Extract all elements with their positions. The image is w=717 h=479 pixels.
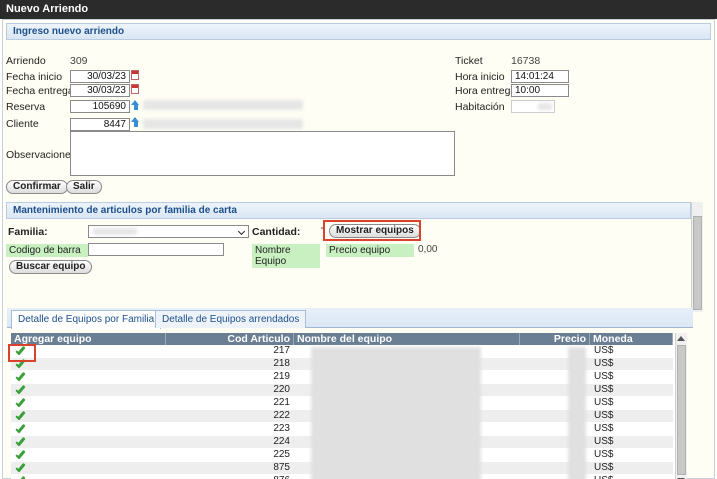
fecha-inicio-label: Fecha inicio (6, 71, 63, 83)
redacted-prices (568, 347, 586, 479)
cod-articulo-cell: 875 (273, 462, 290, 473)
cod-articulo-cell: 218 (273, 358, 290, 369)
precio-equipo-value: 0,00 (418, 244, 438, 255)
hora-entrega-input[interactable]: 10:00 (511, 84, 569, 97)
ticket-label: Ticket (455, 55, 483, 67)
moneda-cell: US$ (594, 423, 614, 434)
col-cod-articulo[interactable]: Cod Articulo (166, 333, 294, 345)
scrollbar-thumb[interactable] (693, 216, 702, 310)
cod-articulo-cell: 225 (273, 449, 290, 460)
moneda-cell: US$ (594, 449, 614, 460)
moneda-cell: US$ (594, 358, 614, 369)
lookup-arrow-icon[interactable] (131, 100, 140, 110)
moneda-cell: US$ (594, 436, 614, 447)
observaciones-label: Observaciones (6, 149, 77, 161)
section-scrollbar[interactable] (691, 202, 703, 312)
redacted-text (143, 100, 303, 110)
cod-articulo-cell: 223 (273, 423, 290, 434)
col-nombre[interactable]: Nombre del equipo (294, 333, 520, 345)
calendar-icon[interactable] (131, 84, 139, 94)
add-check-icon[interactable] (15, 384, 27, 394)
moneda-cell: US$ (594, 345, 614, 356)
moneda-cell: US$ (594, 462, 614, 473)
habitacion-input[interactable] (511, 100, 555, 113)
familia-label: Familia: (8, 226, 48, 238)
nombre-equipo-label: Nombre Equipo (252, 244, 320, 268)
redacted-text (143, 119, 303, 129)
main-panel: Ingreso nuevo arriendo Arriendo 309 Tick… (2, 19, 715, 479)
reserva-input[interactable]: 105690 (70, 100, 130, 113)
cod-articulo-cell: 219 (273, 371, 290, 382)
cod-articulo-cell: 221 (273, 397, 290, 408)
cod-articulo-cell: 224 (273, 436, 290, 447)
moneda-cell: US$ (594, 371, 614, 382)
grid-scrollbar[interactable] (675, 333, 687, 479)
lookup-arrow-icon[interactable] (131, 117, 140, 127)
moneda-cell: US$ (594, 475, 664, 479)
cod-articulo-cell: 876 (166, 475, 290, 479)
fecha-entrega-label: Fecha entrega (6, 85, 74, 97)
salir-button[interactable]: Salir (66, 180, 102, 194)
fecha-entrega-input[interactable]: 30/03/23 (70, 84, 130, 97)
mantenimiento-section-title: Mantenimiento de articulos por familia d… (6, 202, 691, 219)
scroll-up-arrow[interactable] (677, 336, 685, 341)
calendar-icon[interactable] (131, 70, 139, 80)
tab-equipos-arrendados[interactable]: Detalle de Equipos arrendados (155, 310, 307, 328)
add-check-icon[interactable] (15, 436, 27, 446)
hora-inicio-input[interactable]: 14:01:24 (511, 70, 569, 83)
cod-articulo-cell: 222 (273, 410, 290, 421)
familia-select[interactable] (88, 225, 249, 238)
cantidad-label: Cantidad: (252, 226, 301, 238)
codigo-barra-input[interactable] (88, 243, 224, 256)
fecha-inicio-input[interactable]: 30/03/23 (70, 70, 130, 83)
hora-inicio-label: Hora inicio (455, 71, 505, 83)
hora-entrega-label: Hora entrega (455, 85, 517, 97)
moneda-cell: US$ (594, 410, 614, 421)
arriendo-value: 309 (70, 55, 88, 67)
add-check-icon[interactable] (15, 449, 27, 459)
tab-bar: Detalle de Equipos por Familia Detalle d… (7, 308, 693, 329)
col-moneda[interactable]: Moneda (590, 333, 673, 345)
add-check-icon[interactable] (15, 475, 27, 479)
confirmar-button[interactable]: Confirmar (6, 180, 68, 194)
add-check-icon[interactable] (15, 462, 27, 472)
habitacion-label: Habitación (455, 101, 505, 113)
grid-header: Agregar equipo Cod Articulo Nombre del e… (11, 333, 673, 345)
scrollbar-thumb[interactable] (677, 345, 686, 475)
redacted-names (311, 347, 481, 479)
cod-articulo-cell: 220 (273, 384, 290, 395)
highlight-box (8, 344, 36, 362)
col-precio[interactable]: Precio (520, 333, 590, 345)
reserva-label: Reserva (6, 101, 46, 113)
add-check-icon[interactable] (15, 410, 27, 420)
equipos-grid: Agregar equipo Cod Articulo Nombre del e… (11, 333, 687, 479)
arriendo-label: Arriendo (6, 55, 46, 67)
moneda-cell: US$ (594, 384, 614, 395)
add-check-icon[interactable] (15, 423, 27, 433)
cliente-input[interactable]: 8447 (70, 118, 130, 131)
buscar-equipo-button[interactable]: Buscar equipo (9, 260, 93, 274)
highlight-box (323, 220, 421, 241)
precio-equipo-label: Precio equipo (326, 244, 414, 257)
ingreso-section-title: Ingreso nuevo arriendo (6, 23, 711, 40)
window-title: Nuevo Arriendo (0, 0, 717, 19)
tab-equipos-familia[interactable]: Detalle de Equipos por Familia (11, 310, 162, 329)
ticket-value: 16738 (511, 55, 541, 67)
moneda-cell: US$ (594, 397, 614, 408)
codigo-barra-label: Codigo de barra (6, 244, 88, 257)
add-check-icon[interactable] (15, 397, 27, 407)
observaciones-textarea[interactable] (70, 131, 455, 176)
cliente-label: Cliente (6, 118, 39, 130)
cod-articulo-cell: 217 (273, 345, 290, 356)
add-check-icon[interactable] (15, 371, 27, 381)
